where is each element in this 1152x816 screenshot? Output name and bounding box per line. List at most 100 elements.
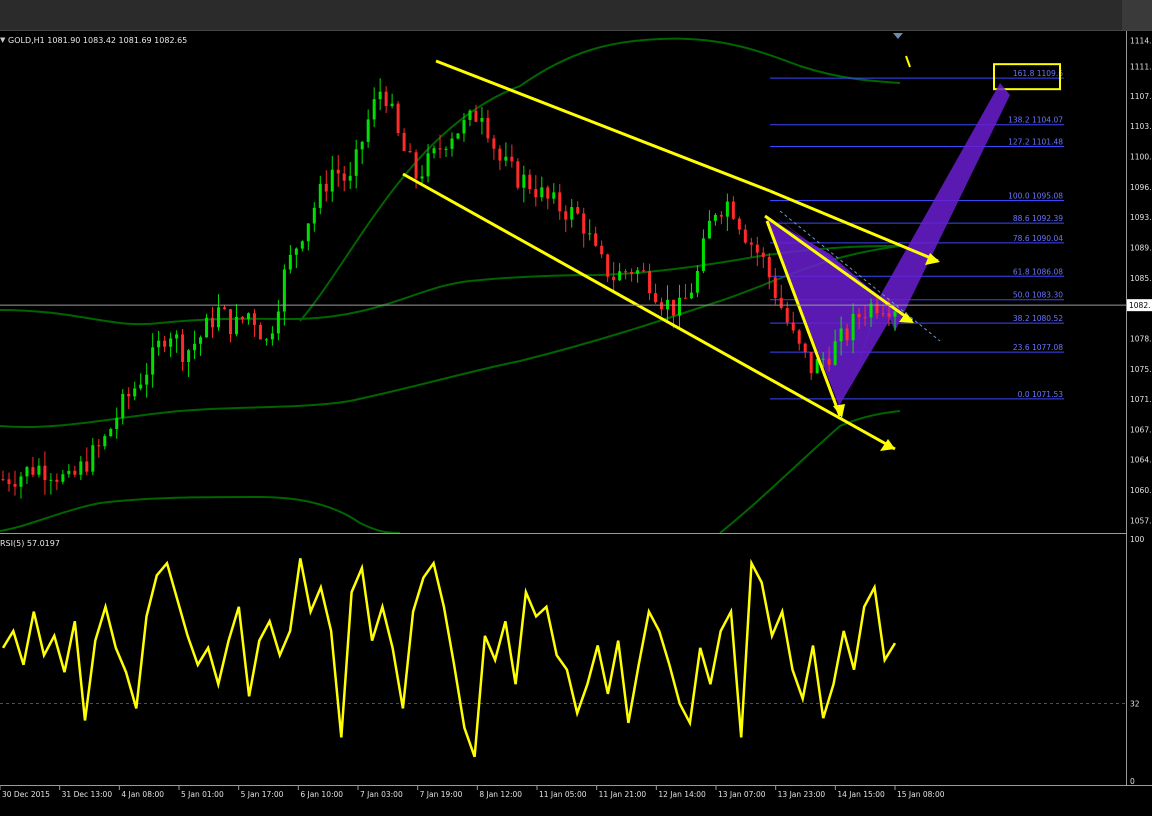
time-label: 30 Dec 2015 (2, 790, 50, 799)
candle-body (246, 313, 250, 320)
current-price-label: 1082. (1129, 301, 1150, 310)
candle-body (360, 141, 364, 150)
candle-body (438, 148, 442, 150)
window-tab-strip[interactable] (1122, 0, 1152, 30)
candle-body (594, 233, 598, 246)
candle-body (689, 292, 693, 299)
fib-label: 50.0 1083.30 (1013, 291, 1063, 300)
candle-body (857, 313, 861, 318)
candle-body (558, 192, 562, 212)
candle-body (462, 120, 466, 134)
candle-body (270, 333, 274, 340)
candle-body (671, 299, 675, 316)
price-scale[interactable]: 1114. 1111. 1107. 1103. 1100. 1096. 1093. 1089.… (1126, 31, 1152, 786)
candle-body (498, 148, 502, 161)
candle-body (468, 110, 472, 121)
candle-body (163, 340, 167, 347)
dropdown-triangle-icon[interactable]: ▼ (0, 36, 5, 44)
candle-body (552, 192, 556, 199)
time-label: 8 Jan 12:00 (479, 790, 522, 799)
candle-body (893, 311, 897, 317)
fib-label: 61.8 1086.08 (1013, 267, 1063, 276)
time-label: 13 Jan 07:00 (718, 790, 766, 799)
candle-body (719, 214, 723, 217)
candle-body (306, 223, 310, 242)
time-axis-labels: 30 Dec 2015 31 Dec 13:00 4 Jan 08:00 5 Jan … (0, 786, 945, 799)
candle-body (666, 299, 670, 310)
candle-body (240, 316, 244, 320)
candle-body (839, 328, 843, 342)
candle-body (223, 307, 227, 310)
fib-label: 138.2 1104.07 (1008, 116, 1063, 125)
candle-body (234, 316, 238, 335)
fib-label: 38.2 1080.52 (1013, 314, 1063, 323)
candle-body (695, 270, 699, 293)
candle-body (743, 229, 747, 243)
candle-body (318, 183, 322, 208)
candle-body (821, 358, 825, 360)
candle-body (630, 272, 634, 274)
candle-body (300, 241, 304, 249)
candle-body (480, 118, 484, 122)
time-label: 4 Jan 08:00 (121, 790, 164, 799)
candle-body (528, 174, 532, 190)
candle-body (324, 183, 328, 192)
candle-body (19, 476, 23, 487)
rsi-tick-label: 32 (1130, 700, 1140, 709)
rsi-tick-label: 100 (1130, 535, 1145, 544)
candle-body (252, 313, 256, 325)
price-tick-label: 1071. (1130, 395, 1151, 404)
candle-body (31, 467, 35, 475)
price-tick-label: 1096. (1130, 183, 1151, 192)
candle-body (683, 297, 687, 299)
candle-body (887, 313, 891, 317)
time-label: 11 Jan 05:00 (539, 790, 587, 799)
candle-body (139, 384, 143, 389)
candle-body (43, 465, 47, 481)
candle-body (1, 479, 5, 481)
channel-upper-line (435, 59, 771, 193)
candle-body (366, 119, 370, 142)
candle-body (7, 479, 11, 485)
candle-body (145, 374, 149, 385)
candle-body (217, 307, 221, 328)
rsi-pane[interactable]: RSI(5) 57.0197 (0, 535, 1126, 785)
price-tick-label: 1067. (1130, 425, 1151, 434)
candle-body (755, 244, 759, 253)
candle-body (396, 103, 400, 133)
candle-body (833, 341, 837, 365)
fib-label: 161.8 1109.6 (1013, 69, 1063, 78)
price-tick-label: 1114. (1130, 36, 1151, 45)
candle-body (456, 133, 460, 139)
time-label: 15 Jan 08:00 (897, 790, 945, 799)
candle-body (342, 173, 346, 181)
candle-body (797, 330, 801, 344)
candle-body (534, 189, 538, 198)
time-axis[interactable]: 30 Dec 2015 31 Dec 13:00 4 Jan 08:00 5 Jan … (0, 785, 1152, 812)
price-chart: 161.8 1109.6 138.2 1104.07 127.2 1101.48 10… (0, 33, 1126, 534)
harmonic-triangle-2 (765, 216, 895, 406)
candle-body (516, 161, 520, 188)
candle-body (151, 347, 155, 375)
candle-body (103, 436, 107, 447)
candle-body (378, 91, 382, 100)
candle-body (181, 334, 185, 362)
candle-body (49, 479, 53, 481)
candle-body (809, 352, 813, 374)
candle-body (767, 256, 771, 278)
candle-body (37, 465, 41, 475)
candle-body (845, 328, 849, 341)
price-chart-pane[interactable]: 161.8 1109.6 138.2 1104.07 127.2 1101.48 10… (0, 31, 1126, 534)
price-tick-label: 1064. (1130, 456, 1151, 465)
candle-body (25, 467, 29, 477)
candle-body (749, 242, 753, 245)
price-tick-label: 1085. (1130, 274, 1151, 283)
candle-body (504, 156, 508, 161)
candle-body (258, 324, 262, 340)
rsi-header: RSI(5) 57.0197 (0, 539, 60, 548)
candle-body (402, 132, 406, 151)
candle-body (612, 276, 616, 281)
candle-body (660, 302, 664, 310)
time-label: 7 Jan 03:00 (360, 790, 403, 799)
candle-body (791, 322, 795, 331)
